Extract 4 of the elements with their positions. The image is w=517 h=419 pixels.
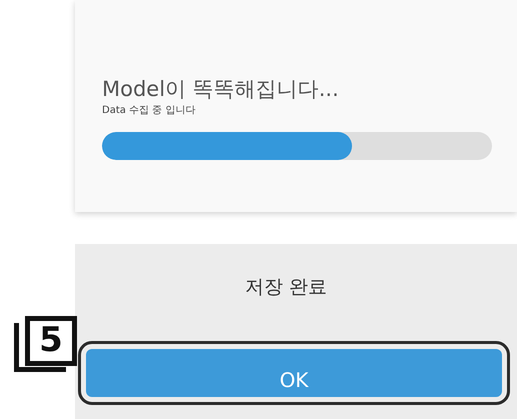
progress-subtitle: Data 수집 중 입니다 — [102, 104, 196, 117]
save-message: 저장 완료 — [244, 275, 328, 300]
ok-button[interactable]: OK — [86, 349, 502, 397]
progress-title: Model이 똑똑해집니다... — [102, 76, 340, 102]
